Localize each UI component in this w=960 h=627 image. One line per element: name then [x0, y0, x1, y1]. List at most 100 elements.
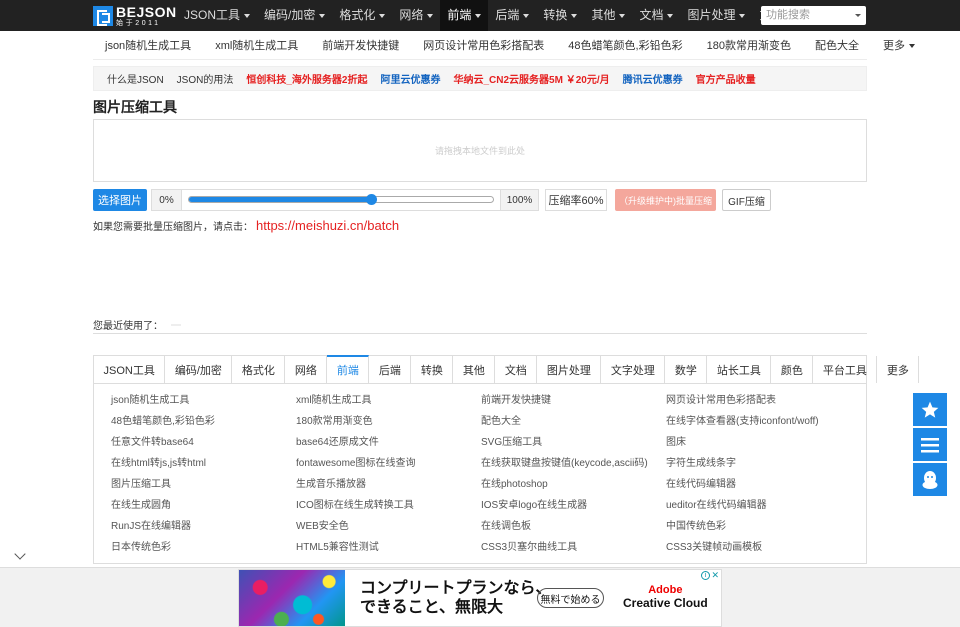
- tool-link[interactable]: ICO图标在线生成转换工具: [296, 498, 481, 519]
- ad-close-icon[interactable]: ✕: [711, 570, 719, 581]
- promo-link[interactable]: 腾讯云优惠券: [623, 71, 683, 86]
- promo-link[interactable]: 什么是JSON: [107, 71, 164, 86]
- menu-button[interactable]: [913, 428, 947, 461]
- gif-compress-button[interactable]: GIF压缩: [722, 189, 771, 211]
- subnav-link[interactable]: json随机生成工具: [93, 37, 203, 53]
- tool-link[interactable]: 180款常用渐变色: [296, 414, 481, 435]
- image-dropzone[interactable]: 请拖拽本地文件到此处: [93, 119, 867, 182]
- tool-link[interactable]: 在线获取键盘按键值(keycode,ascii码): [481, 456, 666, 477]
- ad-info-icon[interactable]: i: [701, 571, 710, 580]
- tool-link[interactable]: json随机生成工具: [111, 393, 296, 414]
- ad-brand-line2: Creative Cloud: [623, 596, 708, 610]
- qq-button[interactable]: [913, 463, 947, 496]
- category-tab[interactable]: 转换: [411, 356, 454, 383]
- tool-link[interactable]: 48色蜡笔颜色,彩铅色彩: [111, 414, 296, 435]
- nav-item[interactable]: 前端: [440, 0, 489, 31]
- tool-link-grid: json随机生成工具 xml随机生成工具 前端开发快捷键 网页设计常用色彩搭配表 48色…: [111, 393, 851, 561]
- category-tab[interactable]: 格式化: [232, 356, 286, 383]
- recently-used: 您最近使用了：: [93, 316, 867, 334]
- category-tab[interactable]: JSON工具: [94, 356, 166, 383]
- search-placeholder: 功能搜索: [766, 9, 810, 21]
- tool-link[interactable]: 在线photoshop: [481, 477, 666, 498]
- promo-link[interactable]: 官方产品收量: [696, 71, 756, 86]
- tool-link[interactable]: fontawesome图标在线查询: [296, 456, 481, 477]
- site-logo[interactable]: BEJSON 始于2011: [93, 4, 177, 27]
- category-tab[interactable]: 更多: [877, 356, 920, 383]
- category-tab[interactable]: 站长工具: [707, 356, 772, 383]
- tool-link[interactable]: 在线代码编辑器: [666, 477, 851, 498]
- promo-link[interactable]: JSON的用法: [177, 71, 234, 86]
- tool-link[interactable]: WEB安全色: [296, 519, 481, 540]
- compression-range: 0% 100%: [151, 189, 539, 211]
- tool-link[interactable]: CSS3关键帧动画模板: [666, 540, 851, 561]
- tool-link[interactable]: RunJS在线编辑器: [111, 519, 296, 540]
- nav-item[interactable]: 格式化: [332, 0, 392, 31]
- category-tab[interactable]: 前端: [327, 355, 370, 383]
- batch-link[interactable]: https://meishuzi.cn/batch: [256, 218, 399, 233]
- subnav-link[interactable]: 180款常用渐变色: [695, 37, 803, 53]
- tool-link[interactable]: SVG压缩工具: [481, 435, 666, 456]
- function-search-select[interactable]: 功能搜索: [761, 6, 866, 25]
- tool-link[interactable]: 在线字体查看器(支持iconfont/woff): [666, 414, 851, 435]
- nav-item[interactable]: 编码/加密: [257, 0, 332, 31]
- category-tab[interactable]: 编码/加密: [165, 356, 233, 383]
- nav-item[interactable]: 后端: [488, 0, 536, 31]
- subnav-link[interactable]: 配色大全: [803, 37, 871, 53]
- collapse-ad-button[interactable]: [0, 546, 40, 566]
- nav-item[interactable]: JSON工具: [177, 0, 257, 31]
- tool-link[interactable]: 图床: [666, 435, 851, 456]
- adobe-ad-banner[interactable]: コンプリートプランなら、 できること、無限大 無料で始める Adobe Crea…: [238, 569, 722, 627]
- tool-link[interactable]: IOS安卓logo在线生成器: [481, 498, 666, 519]
- nav-item[interactable]: 转换: [536, 0, 584, 31]
- category-tab[interactable]: 文档: [495, 356, 538, 383]
- nav-item[interactable]: 图片处理: [680, 0, 752, 31]
- recent-item[interactable]: [171, 323, 181, 326]
- select-image-button[interactable]: 选择图片: [93, 189, 147, 211]
- tool-link[interactable]: HTML5兼容性测试: [296, 540, 481, 561]
- category-tab[interactable]: 平台工具: [813, 356, 878, 383]
- nav-item[interactable]: 文档: [632, 0, 680, 31]
- tool-link[interactable]: 在线生成圆角: [111, 498, 296, 519]
- tool-link[interactable]: xml随机生成工具: [296, 393, 481, 414]
- nav-item[interactable]: 其他: [584, 0, 632, 31]
- tool-link[interactable]: 在线html转js,js转html: [111, 456, 296, 477]
- tool-link[interactable]: CSS3贝塞尔曲线工具: [481, 540, 666, 561]
- tool-link[interactable]: ueditor在线代码编辑器: [666, 498, 851, 519]
- category-tab[interactable]: 图片处理: [537, 356, 602, 383]
- subnav-link[interactable]: xml随机生成工具: [203, 37, 310, 53]
- tool-link[interactable]: 中国传统色彩: [666, 519, 851, 540]
- subnav-link[interactable]: 48色蜡笔颜色,彩铅色彩: [556, 37, 694, 53]
- category-tab[interactable]: 后端: [369, 356, 412, 383]
- subnav-link[interactable]: 前端开发快捷键: [310, 37, 411, 53]
- tool-link[interactable]: 任意文件转base64: [111, 435, 296, 456]
- batch-note: 如果您需要批量压缩图片，请点击： https://meishuzi.cn/bat…: [93, 218, 399, 233]
- slider-handle[interactable]: [366, 194, 378, 205]
- tool-link[interactable]: 图片压缩工具: [111, 477, 296, 498]
- promo-link[interactable]: 阿里云优惠券: [380, 71, 440, 86]
- nav-item[interactable]: 网络: [392, 0, 440, 31]
- category-tab[interactable]: 其他: [453, 356, 496, 383]
- promo-link[interactable]: 恒创科技_海外服务器2折起: [246, 71, 367, 86]
- tool-link[interactable]: 前端开发快捷键: [481, 393, 666, 414]
- promo-link[interactable]: 华纳云_CN2云服务器5M ￥20元/月: [453, 71, 609, 86]
- tool-link[interactable]: 网页设计常用色彩搭配表: [666, 393, 851, 414]
- favorite-button[interactable]: [913, 393, 947, 426]
- compress-controls: 选择图片 0% 100% 压缩率60% （升级维护中)批量压缩 GIF压缩: [93, 189, 867, 211]
- tool-link[interactable]: 字符生成线条字: [666, 456, 851, 477]
- tool-link[interactable]: 日本传统色彩: [111, 540, 296, 561]
- category-tab[interactable]: 文字处理: [601, 356, 666, 383]
- tool-link[interactable]: base64还原成文件: [296, 435, 481, 456]
- nav-item-label: 前端: [447, 8, 472, 22]
- tool-link[interactable]: 在线调色板: [481, 519, 666, 540]
- ad-cta-button[interactable]: 無料で始める: [537, 588, 604, 608]
- tool-link[interactable]: 生成音乐播放器: [296, 477, 481, 498]
- tool-link[interactable]: 配色大全: [481, 414, 666, 435]
- compression-slider[interactable]: [188, 194, 494, 205]
- subnav-more[interactable]: 更多: [871, 37, 927, 53]
- batch-compress-button[interactable]: （升级维护中)批量压缩: [615, 189, 716, 211]
- ad-brand: Adobe Creative Cloud: [623, 584, 708, 610]
- subnav-link[interactable]: 网页设计常用色彩搭配表: [411, 37, 556, 53]
- category-tab[interactable]: 网络: [285, 356, 328, 383]
- category-tab[interactable]: 数学: [665, 356, 708, 383]
- category-tab[interactable]: 颜色: [771, 356, 814, 383]
